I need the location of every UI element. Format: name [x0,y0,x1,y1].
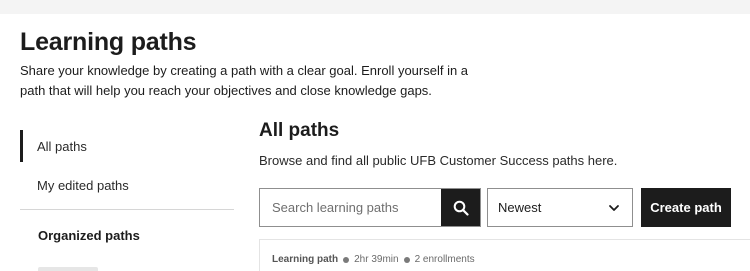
top-bar [0,0,750,14]
sidebar-item-label: All paths [37,138,87,154]
section-title: All paths [259,120,340,141]
card-type: Learning path [272,254,339,265]
card-meta: Learning path 2hr 39min 2 enrollments [272,254,475,265]
sidebar: All paths My edited paths Organized path… [20,128,234,271]
sidebar-divider [20,209,234,210]
sidebar-section-heading: Organized paths [38,228,140,243]
separator-dot [403,256,410,263]
section-description: Browse and find all public UFB Customer … [259,153,618,168]
separator-dot [343,256,350,263]
learning-path-card[interactable]: Learning path 2hr 39min 2 enrollments [259,239,750,271]
search-button[interactable] [441,189,480,226]
sidebar-cutoff-item [20,261,234,271]
sort-selected-value: Newest [498,200,542,215]
search-input[interactable] [260,189,441,226]
search-icon [453,200,469,216]
page-title: Learning paths [20,28,197,56]
chevron-down-icon [609,205,619,211]
search-bar [259,188,481,227]
sidebar-item-my-edited-paths[interactable]: My edited paths [20,167,234,203]
sort-dropdown[interactable]: Newest [487,188,633,227]
page-description: Share your knowledge by creating a path … [20,63,469,98]
card-duration: 2hr 39min [354,254,399,265]
card-enrollments: 2 enrollments [414,254,475,265]
sidebar-item-label: My edited paths [37,177,129,193]
create-path-button[interactable]: Create path [641,188,731,227]
sidebar-item-all-paths[interactable]: All paths [20,128,234,164]
